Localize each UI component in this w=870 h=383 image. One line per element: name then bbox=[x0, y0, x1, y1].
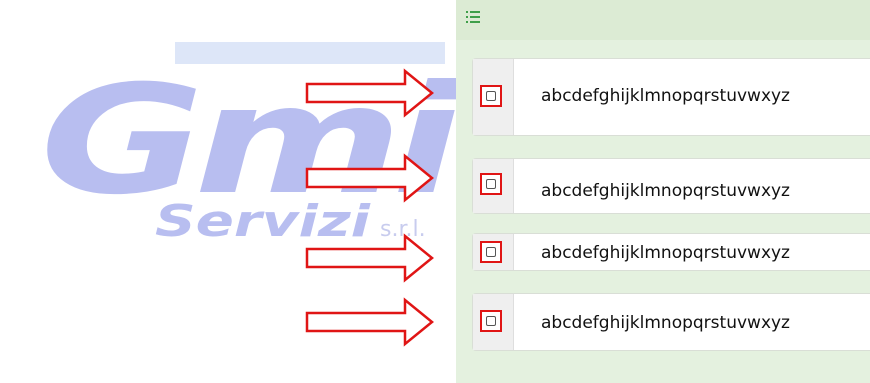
list-item: abcdefghijklmnopqrstuvwxyz bbox=[472, 158, 870, 214]
row-label: abcdefghijklmnopqrstuvwxyz bbox=[541, 313, 790, 333]
checkbox-highlight bbox=[480, 85, 502, 107]
company-logo: Gmi Servizi s.r.l. bbox=[40, 42, 460, 247]
callout-arrow-icon bbox=[305, 233, 434, 283]
row-checkbox[interactable] bbox=[486, 179, 496, 189]
task-list-panel: abcdefghijklmnopqrstuvwxyz abcdefghijklm… bbox=[456, 0, 870, 383]
list-icon[interactable] bbox=[466, 11, 480, 23]
callout-arrow-icon bbox=[305, 68, 434, 118]
checkbox-highlight bbox=[480, 173, 502, 195]
list-item: abcdefghijklmnopqrstuvwxyz bbox=[472, 58, 870, 136]
row-label: abcdefghijklmnopqrstuvwxyz bbox=[541, 243, 790, 263]
row-label: abcdefghijklmnopqrstuvwxyz bbox=[541, 181, 790, 201]
list-item: abcdefghijklmnopqrstuvwxyz bbox=[472, 293, 870, 351]
row-label: abcdefghijklmnopqrstuvwxyz bbox=[541, 86, 790, 106]
checkbox-highlight bbox=[480, 310, 502, 332]
row-checkbox[interactable] bbox=[486, 91, 496, 101]
callout-arrow-icon bbox=[305, 297, 434, 347]
list-item: abcdefghijklmnopqrstuvwxyz bbox=[472, 233, 870, 271]
panel-header bbox=[456, 0, 870, 40]
row-checkbox[interactable] bbox=[486, 247, 496, 257]
row-checkbox[interactable] bbox=[486, 316, 496, 326]
callout-arrow-icon bbox=[305, 153, 434, 203]
checkbox-highlight bbox=[480, 241, 502, 263]
